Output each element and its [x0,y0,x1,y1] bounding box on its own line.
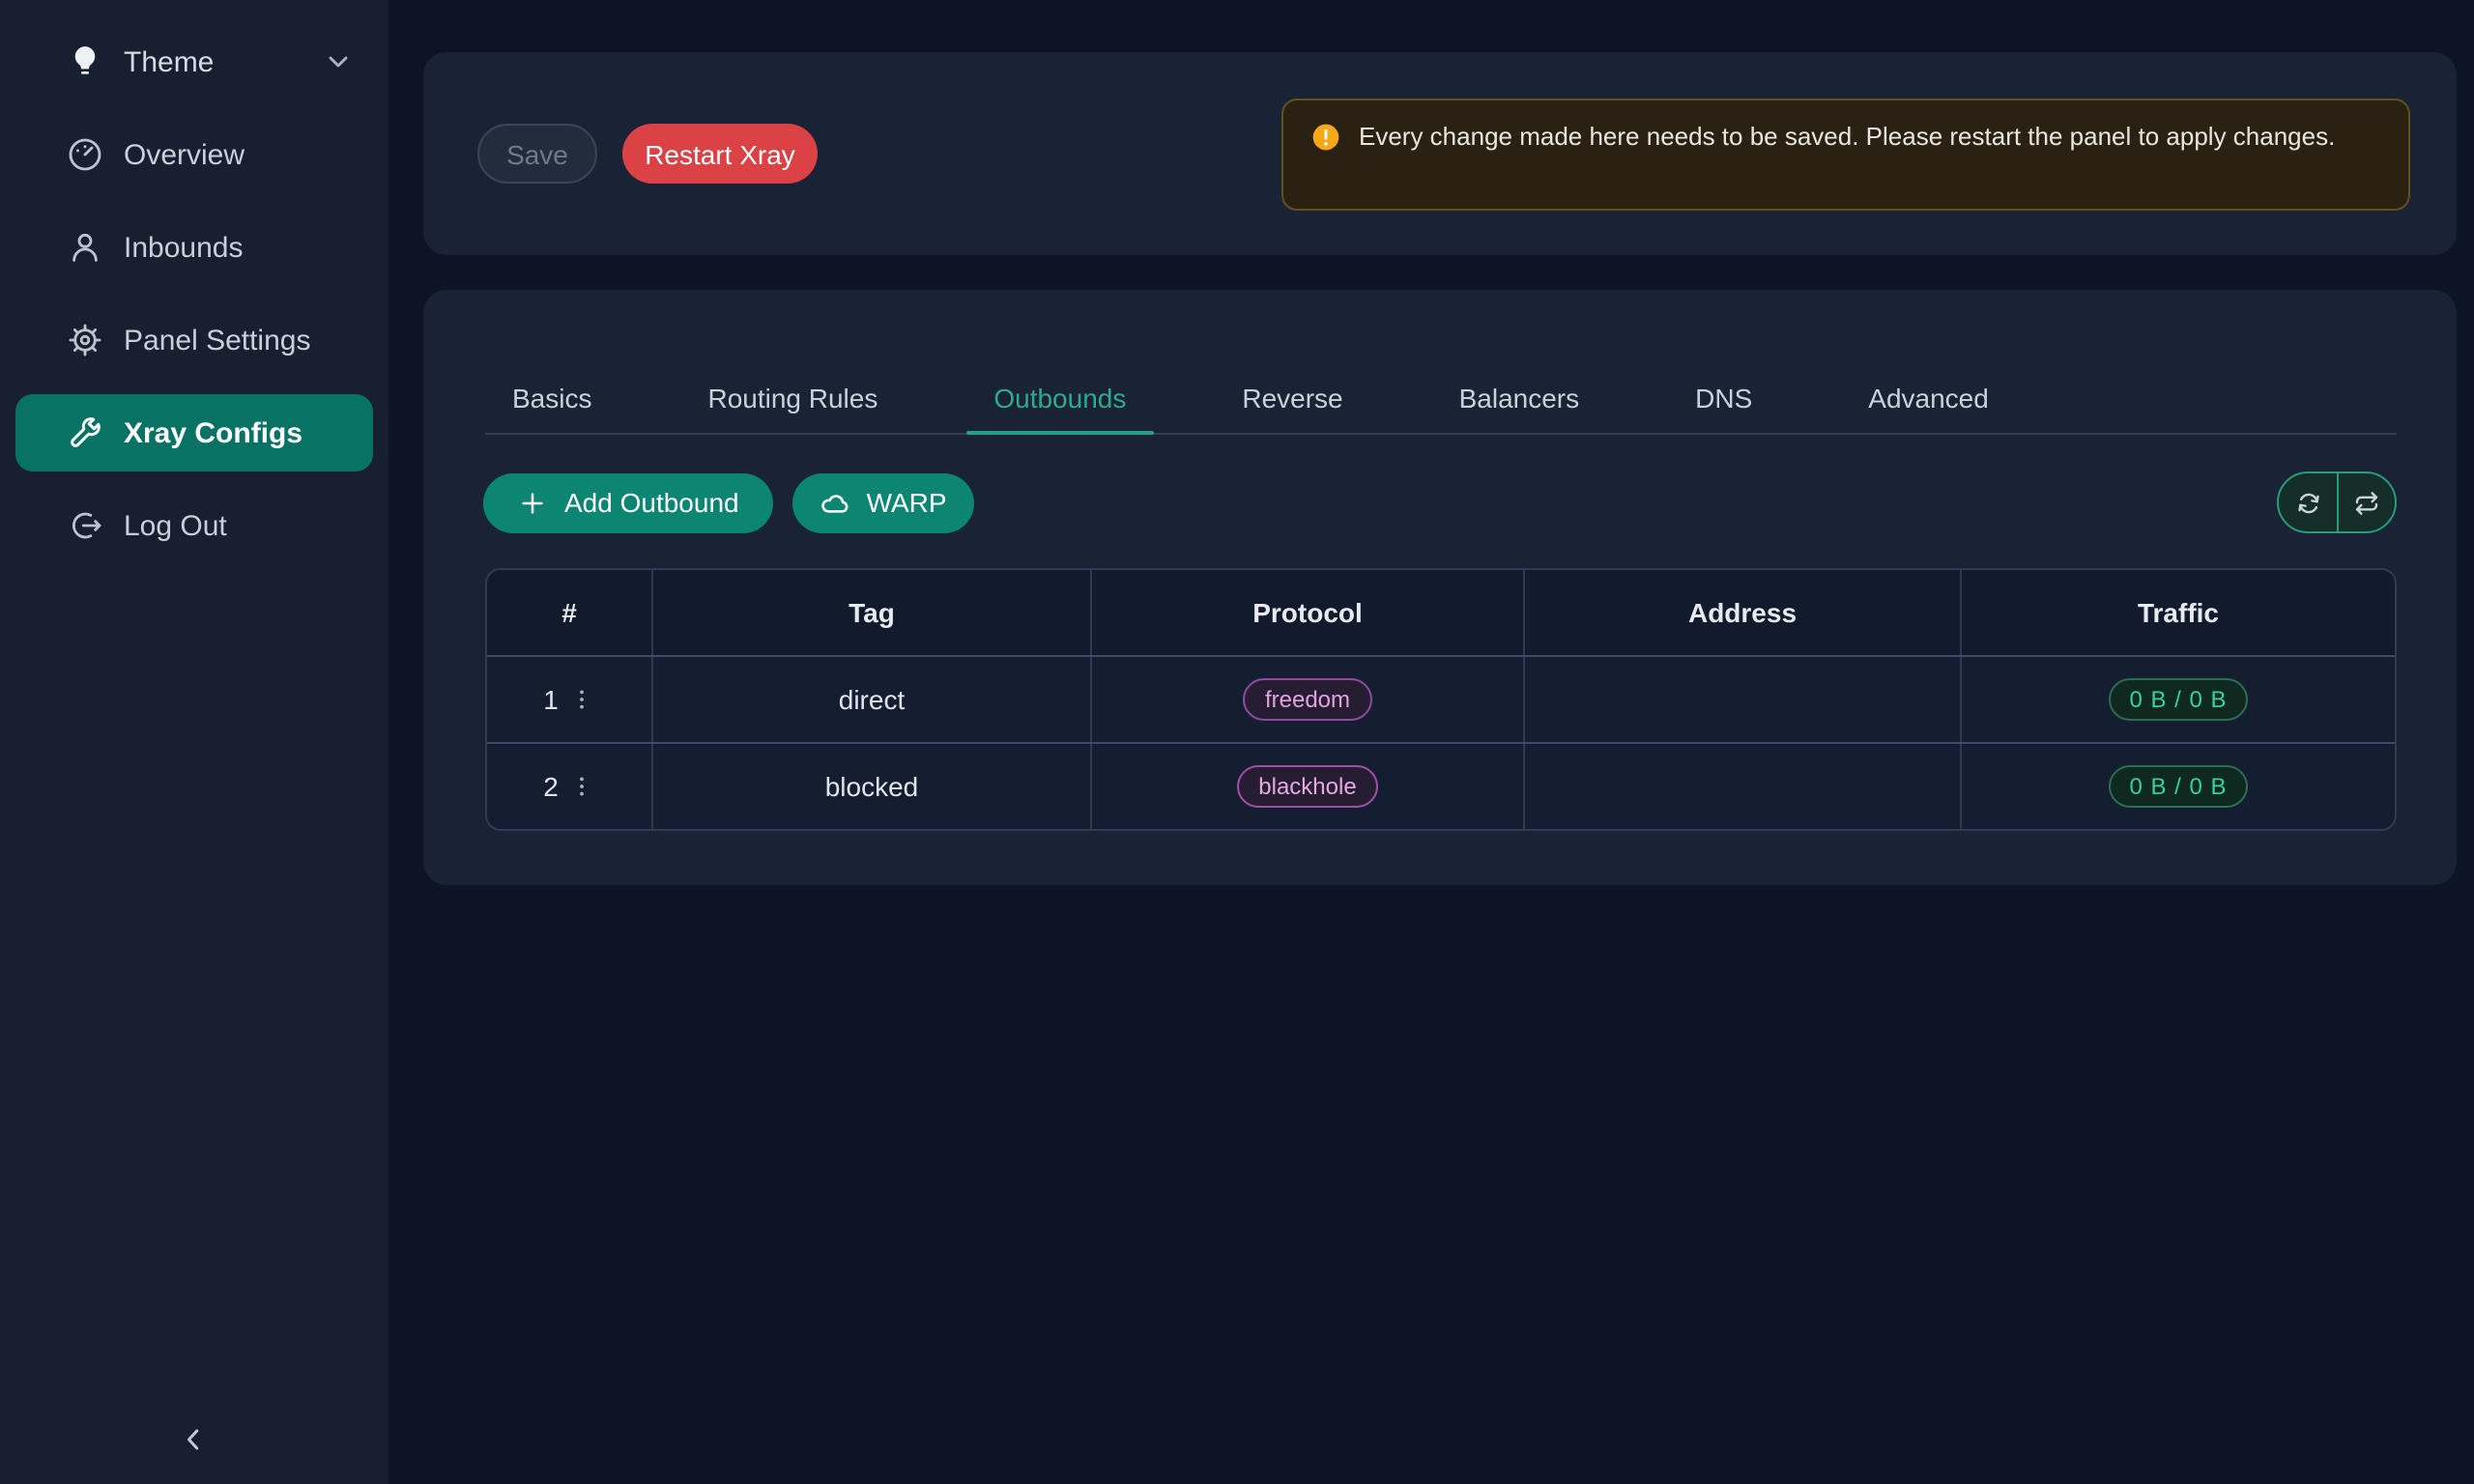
config-tabs: Basics Routing Rules Outbounds Reverse B… [485,290,2397,435]
xray-configs-page: Theme Overview [0,0,2474,1484]
sync-icon [2293,488,2322,517]
save-button[interactable]: Save [477,124,597,184]
toolbar: Save Restart Xray [477,124,818,184]
sidebar-item-label: Inbounds [124,231,243,264]
refresh-button-group [2277,471,2397,533]
sidebar-item-xray-configs[interactable]: Xray Configs [15,394,373,471]
restart-warning-alert: Every change made here needs to be saved… [1281,99,2410,211]
tab-balancers[interactable]: Balancers [1432,379,1607,433]
sidebar-item-label: Xray Configs [124,416,302,449]
sidebar-collapse-button[interactable] [162,1414,224,1465]
protocol-cell: blackhole [1092,744,1525,829]
outbounds-table: # Tag Protocol Address Traffic 1 [485,568,2397,831]
theme-label: Theme [124,45,303,78]
theme-selector[interactable]: Theme [15,23,369,100]
main-content: Save Restart Xray Every change made here… [388,0,2474,1484]
add-outbound-button[interactable]: Add Outbound [483,472,774,532]
xray-config-card: Basics Routing Rules Outbounds Reverse B… [423,290,2457,885]
alert-text: Every change made here needs to be saved… [1359,116,2335,157]
restart-xray-button[interactable]: Restart Xray [622,124,818,184]
table-row: 1 direct freedom [487,655,2395,742]
wrench-icon [66,414,104,452]
save-restart-card: Save Restart Xray Every change made here… [423,52,2457,255]
warp-button[interactable]: WARP [793,472,974,532]
add-outbound-label: Add Outbound [564,487,739,518]
column-header-protocol: Protocol [1092,570,1525,655]
lightbulb-icon [66,43,104,81]
gear-icon [66,321,104,359]
repeat-icon [2352,488,2381,517]
plus-icon [518,488,547,517]
gauge-icon [66,135,104,174]
index-cell: 2 [487,744,653,829]
cloud-icon [820,488,849,517]
logout-icon [66,506,104,545]
tab-advanced[interactable]: Advanced [1841,379,2016,433]
sidebar-item-label: Log Out [124,509,227,542]
tag-cell: blocked [653,744,1092,829]
column-header-traffic: Traffic [1962,570,2395,655]
sidebar-item-inbounds[interactable]: Inbounds [15,209,373,286]
tab-outbounds[interactable]: Outbounds [966,379,1153,433]
reload-button[interactable] [2337,473,2395,531]
sidebar-item-label: Panel Settings [124,324,310,357]
tab-reverse[interactable]: Reverse [1215,379,1369,433]
row-menu-icon[interactable] [568,773,595,800]
traffic-badge: 0 B / 0 B [2108,678,2248,721]
outbounds-actions-row: Add Outbound WARP [483,471,2397,533]
table-row: 2 blocked blackhole [487,742,2395,829]
tab-basics[interactable]: Basics [485,379,618,433]
warning-icon [1310,122,1341,153]
refresh-button[interactable] [2279,473,2337,531]
sidebar: Theme Overview [0,0,388,1484]
user-icon [66,228,104,267]
tab-dns[interactable]: DNS [1668,379,1779,433]
row-number: 1 [543,684,559,715]
sidebar-item-log-out[interactable]: Log Out [15,487,373,564]
column-header-index: # [487,570,653,655]
chevron-down-icon [323,46,354,77]
protocol-badge: freedom [1244,678,1371,721]
protocol-cell: freedom [1092,657,1525,742]
traffic-badge: 0 B / 0 B [2108,765,2248,808]
sidebar-item-label: Overview [124,138,245,171]
address-cell [1525,657,1962,742]
tag-cell: direct [653,657,1092,742]
row-number: 2 [543,771,559,802]
tab-routing-rules[interactable]: Routing Rules [680,379,905,433]
warp-label: WARP [867,487,947,518]
traffic-cell: 0 B / 0 B [1962,657,2395,742]
index-cell: 1 [487,657,653,742]
table-header: # Tag Protocol Address Traffic [487,570,2395,655]
protocol-badge: blackhole [1237,765,1377,808]
sidebar-menu: Overview Inbounds [0,116,388,564]
column-header-address: Address [1525,570,1962,655]
column-header-tag: Tag [653,570,1092,655]
traffic-cell: 0 B / 0 B [1962,744,2395,829]
sidebar-item-panel-settings[interactable]: Panel Settings [15,301,373,379]
address-cell [1525,744,1962,829]
chevron-left-icon [176,1422,211,1457]
sidebar-item-overview[interactable]: Overview [15,116,373,193]
row-menu-icon[interactable] [568,686,595,713]
